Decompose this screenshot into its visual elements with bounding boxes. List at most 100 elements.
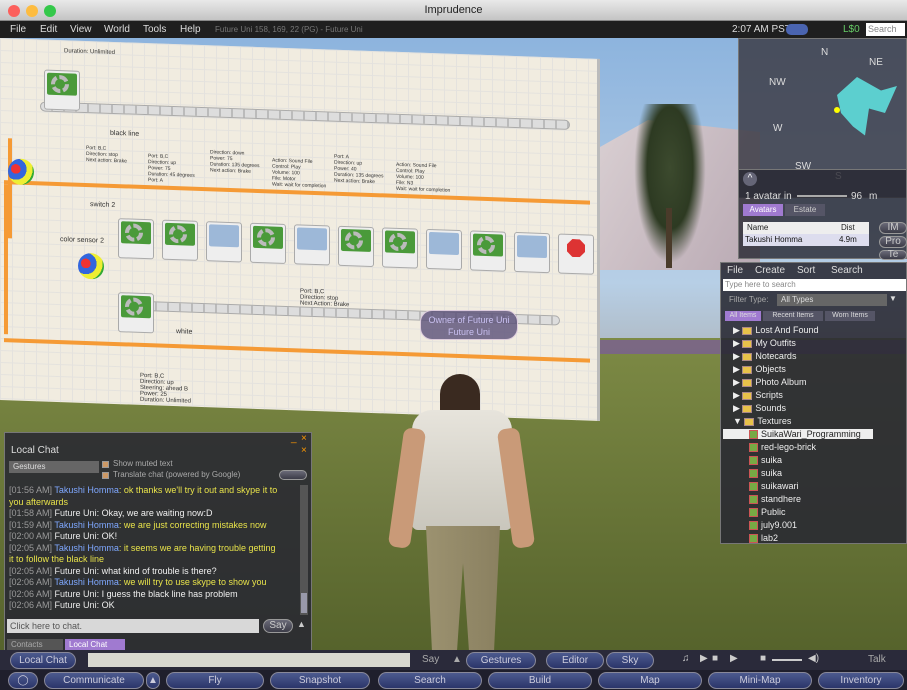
chat-sender[interactable]: Future Uni	[55, 600, 97, 610]
chat-sender[interactable]: Future Uni	[55, 589, 97, 599]
media-icon[interactable]: ▶	[730, 653, 738, 664]
menu-file[interactable]: File	[10, 21, 26, 38]
tab-contacts[interactable]: Contacts	[7, 639, 63, 650]
tab-all-items[interactable]: All Items	[725, 311, 761, 321]
menu-world[interactable]: World	[104, 21, 130, 38]
speech-icon[interactable]: ◯	[8, 672, 38, 689]
expand-icon[interactable]: ▶	[733, 351, 742, 361]
inv-menu-create[interactable]: Create	[755, 265, 785, 276]
chevron-up-icon[interactable]: ▲	[297, 619, 306, 629]
chat-input[interactable]: Click here to chat.	[7, 619, 259, 633]
history-button[interactable]	[279, 470, 307, 480]
talk-button[interactable]: Talk	[868, 654, 886, 665]
chat-scrollbar[interactable]	[300, 485, 308, 615]
chat-sender[interactable]: Takushi Homma	[54, 577, 119, 587]
sky-button[interactable]: Sky	[606, 652, 654, 669]
snapshot-button[interactable]: Snapshot	[270, 672, 370, 689]
close-icon[interactable]: ×	[301, 445, 307, 456]
expand-icon[interactable]: ▶	[733, 403, 742, 413]
col-name[interactable]: Name	[747, 222, 768, 234]
chat-bar-say[interactable]: Say	[422, 654, 439, 665]
gestures-select[interactable]: Gestures	[9, 461, 99, 473]
tab-recent-items[interactable]: Recent Items	[763, 311, 823, 321]
inventory-item[interactable]: SuikaWari_Programming	[723, 429, 873, 440]
inventory-item[interactable]: suikawari	[749, 481, 799, 492]
chat-bar-input[interactable]	[88, 653, 410, 667]
expand-icon[interactable]: ▶	[733, 325, 742, 335]
communicate-button[interactable]: Communicate	[44, 672, 144, 689]
inv-menu-sort[interactable]: Sort	[797, 265, 815, 276]
chat-sender[interactable]: Takushi Homma	[54, 485, 119, 495]
volume-icon[interactable]: ◀)	[808, 653, 819, 664]
editor-button[interactable]: Editor	[546, 652, 604, 669]
tab-estate[interactable]: Estate	[785, 204, 825, 216]
fly-button[interactable]: Fly	[166, 672, 264, 689]
inventory-item[interactable]: red-lego-brick	[749, 442, 816, 453]
play-icon[interactable]: ▶	[700, 653, 708, 664]
range-slider[interactable]	[797, 195, 847, 197]
chevron-down-icon[interactable]: ▼	[889, 294, 897, 303]
inventory-panel[interactable]: File Create Sort Search Type here to sea…	[720, 262, 907, 544]
close-icon[interactable]: ×	[301, 433, 307, 444]
chat-sender[interactable]: Takushi Homma	[54, 543, 119, 553]
inventory-folder[interactable]: ▼ Textures	[733, 416, 791, 426]
menu-tools[interactable]: Tools	[143, 21, 166, 38]
world-viewport[interactable]: black line switch 2 color sensor 2 white…	[0, 38, 907, 650]
col-dist[interactable]: Dist	[841, 222, 855, 234]
build-button[interactable]: Build	[488, 672, 592, 689]
tab-worn-items[interactable]: Worn Items	[825, 311, 875, 321]
music-icon[interactable]: ♫	[682, 653, 690, 664]
chat-sender[interactable]: Future Uni	[55, 508, 97, 518]
nearby-row[interactable]: Takushi Homma 4.9m	[743, 234, 869, 246]
inventory-item[interactable]: Public	[749, 507, 786, 518]
chat-sender[interactable]: Takushi Homma	[54, 520, 119, 530]
inventory-folder[interactable]: ▶ Scripts	[733, 390, 783, 401]
zoom-window-button[interactable]	[44, 5, 56, 17]
inventory-folder[interactable]: ▶ Notecards	[733, 351, 796, 362]
tab-avatars[interactable]: Avatars	[743, 204, 783, 216]
inventory-item[interactable]: lab2	[749, 533, 778, 544]
inventory-folder[interactable]: ▶ Photo Album	[733, 377, 806, 388]
menu-help[interactable]: Help	[180, 21, 201, 38]
stop-icon[interactable]: ■	[712, 653, 718, 664]
menu-edit[interactable]: Edit	[40, 21, 57, 38]
chevron-up-icon[interactable]: ▲	[452, 654, 462, 665]
inventory-button[interactable]: Inventory	[818, 672, 904, 689]
map-button[interactable]: Map	[598, 672, 702, 689]
expand-icon[interactable]: ▶	[733, 338, 742, 348]
say-button[interactable]: Say	[263, 619, 293, 633]
inventory-folder[interactable]: ▶ My Outfits	[733, 338, 796, 349]
avatar-shirt[interactable]	[412, 410, 512, 530]
region-info[interactable]: Future Uni 158, 169, 22 (PG) - Future Un…	[215, 21, 363, 38]
inventory-item[interactable]: standhere	[749, 494, 801, 505]
expand-icon[interactable]: ▶	[733, 390, 742, 400]
expand-icon[interactable]: ▶	[733, 364, 742, 374]
chat-sender[interactable]: Future Uni	[55, 566, 97, 576]
menu-view[interactable]: View	[70, 21, 92, 38]
minimize-icon[interactable]: _	[291, 433, 297, 444]
buy-currency-button[interactable]	[786, 24, 808, 35]
close-window-button[interactable]	[8, 5, 20, 17]
minimize-window-button[interactable]	[26, 5, 38, 17]
expand-icon[interactable]: ▶	[733, 377, 742, 387]
inv-menu-search[interactable]: Search	[831, 265, 863, 276]
inv-menu-file[interactable]: File	[727, 265, 743, 276]
search-button[interactable]: Search	[378, 672, 482, 689]
scroll-thumb[interactable]	[301, 593, 307, 613]
programming-diagram[interactable]: black line switch 2 color sensor 2 white…	[0, 38, 600, 421]
inventory-folder[interactable]: ▶ Lost And Found	[733, 325, 818, 336]
volume-slider[interactable]	[772, 659, 802, 661]
local-chat-panel[interactable]: Local Chat _ × × Gestures Show muted tex…	[4, 432, 312, 650]
profile-button[interactable]: Pro	[879, 236, 907, 248]
gestures-button[interactable]: Gestures	[466, 652, 536, 669]
filter-type-select[interactable]: All Types	[777, 294, 887, 306]
search-input[interactable]: Search	[866, 23, 905, 36]
inventory-search-input[interactable]: Type here to search	[723, 279, 906, 291]
chevron-up-icon[interactable]: ▲	[146, 672, 160, 689]
inventory-item[interactable]: suika	[749, 468, 782, 479]
stop-icon[interactable]: ■	[760, 653, 766, 664]
tab-local-chat[interactable]: Local Chat	[65, 639, 125, 650]
translate-checkbox[interactable]	[102, 472, 109, 479]
inventory-item[interactable]: july9.001	[749, 520, 797, 531]
im-button[interactable]: IM	[879, 222, 907, 234]
